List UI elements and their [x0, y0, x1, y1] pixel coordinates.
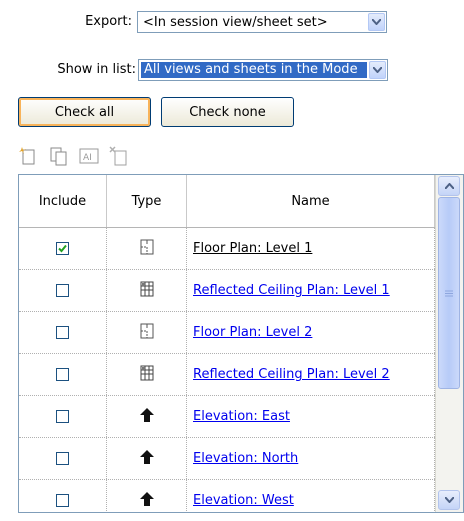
include-checkbox[interactable] — [56, 452, 69, 465]
check-all-button[interactable]: Check all — [18, 97, 151, 127]
ceiling-plan-icon — [138, 364, 156, 386]
header-include[interactable]: Include — [19, 175, 107, 227]
floor-plan-icon — [138, 238, 156, 260]
include-cell — [19, 480, 107, 512]
view-name-link[interactable]: Reflected Ceiling Plan: Level 2 — [193, 367, 390, 382]
ceiling-plan-icon — [138, 280, 156, 302]
view-name-link[interactable]: Floor Plan: Level 1 — [193, 241, 312, 256]
scroll-thumb[interactable] — [438, 197, 460, 389]
view-name-link[interactable]: Elevation: North — [193, 451, 298, 466]
view-name-link[interactable]: Floor Plan: Level 2 — [193, 325, 312, 340]
check-none-button[interactable]: Check none — [161, 97, 294, 127]
type-cell — [107, 480, 187, 512]
header-type[interactable]: Type — [107, 175, 187, 227]
name-cell: Floor Plan: Level 2 — [187, 312, 435, 353]
duplicate-set-icon[interactable] — [48, 145, 70, 167]
name-cell: Floor Plan: Level 1 — [187, 228, 435, 269]
include-cell — [19, 228, 107, 269]
name-cell: Elevation: West — [187, 480, 435, 512]
include-checkbox[interactable] — [56, 284, 69, 297]
include-cell — [19, 396, 107, 437]
set-toolbar: AI — [18, 145, 130, 167]
table-row[interactable]: Elevation: West — [19, 480, 435, 512]
export-value: <In session view/sheet set> — [143, 14, 328, 30]
name-cell: Elevation: East — [187, 396, 435, 437]
floor-plan-icon — [138, 322, 156, 344]
table-row[interactable]: Floor Plan: Level 2 — [19, 312, 435, 354]
table-row[interactable]: Reflected Ceiling Plan: Level 1 — [19, 270, 435, 312]
views-table: Include Type Name Floor Plan: Level 1 Ref… — [18, 174, 464, 513]
delete-set-icon[interactable] — [108, 145, 130, 167]
elevation-icon — [138, 448, 156, 470]
type-cell — [107, 438, 187, 479]
elevation-icon — [138, 490, 156, 512]
type-cell — [107, 270, 187, 311]
include-cell — [19, 312, 107, 353]
name-cell: Reflected Ceiling Plan: Level 2 — [187, 354, 435, 395]
include-cell — [19, 438, 107, 479]
vertical-scrollbar[interactable] — [435, 175, 463, 512]
show-in-list-label: Show in list: — [57, 62, 136, 77]
export-dropdown[interactable]: <In session view/sheet set> — [137, 11, 387, 33]
include-cell — [19, 354, 107, 395]
type-cell — [107, 228, 187, 269]
table-row[interactable]: Floor Plan: Level 1 — [19, 228, 435, 270]
include-cell — [19, 270, 107, 311]
name-cell: Elevation: North — [187, 438, 435, 479]
table-row[interactable]: Elevation: North — [19, 438, 435, 480]
table-row[interactable]: Reflected Ceiling Plan: Level 2 — [19, 354, 435, 396]
new-set-icon[interactable] — [18, 145, 40, 167]
chevron-down-icon[interactable] — [368, 13, 385, 31]
chevron-down-icon[interactable] — [369, 61, 386, 79]
elevation-icon — [138, 406, 156, 428]
svg-text:AI: AI — [83, 153, 92, 163]
scroll-up-icon[interactable] — [438, 176, 460, 196]
checkmark-icon — [58, 244, 67, 253]
type-cell — [107, 396, 187, 437]
view-name-link[interactable]: Elevation: East — [193, 409, 290, 424]
view-name-link[interactable]: Reflected Ceiling Plan: Level 1 — [193, 283, 390, 298]
show-in-list-dropdown[interactable]: All views and sheets in the Mode — [138, 59, 388, 81]
export-label: Export: — [85, 14, 132, 29]
name-cell: Reflected Ceiling Plan: Level 1 — [187, 270, 435, 311]
include-checkbox[interactable] — [56, 242, 69, 255]
rename-set-icon[interactable]: AI — [78, 145, 100, 167]
type-cell — [107, 354, 187, 395]
type-cell — [107, 312, 187, 353]
scroll-down-icon[interactable] — [438, 490, 460, 510]
view-name-link[interactable]: Elevation: West — [193, 493, 294, 508]
include-checkbox[interactable] — [56, 410, 69, 423]
header-name[interactable]: Name — [187, 175, 435, 227]
show-in-list-value: All views and sheets in the Mode — [141, 62, 367, 78]
include-checkbox[interactable] — [56, 368, 69, 381]
table-header: Include Type Name — [19, 175, 435, 228]
table-row[interactable]: Elevation: East — [19, 396, 435, 438]
include-checkbox[interactable] — [56, 326, 69, 339]
include-checkbox[interactable] — [56, 494, 69, 507]
